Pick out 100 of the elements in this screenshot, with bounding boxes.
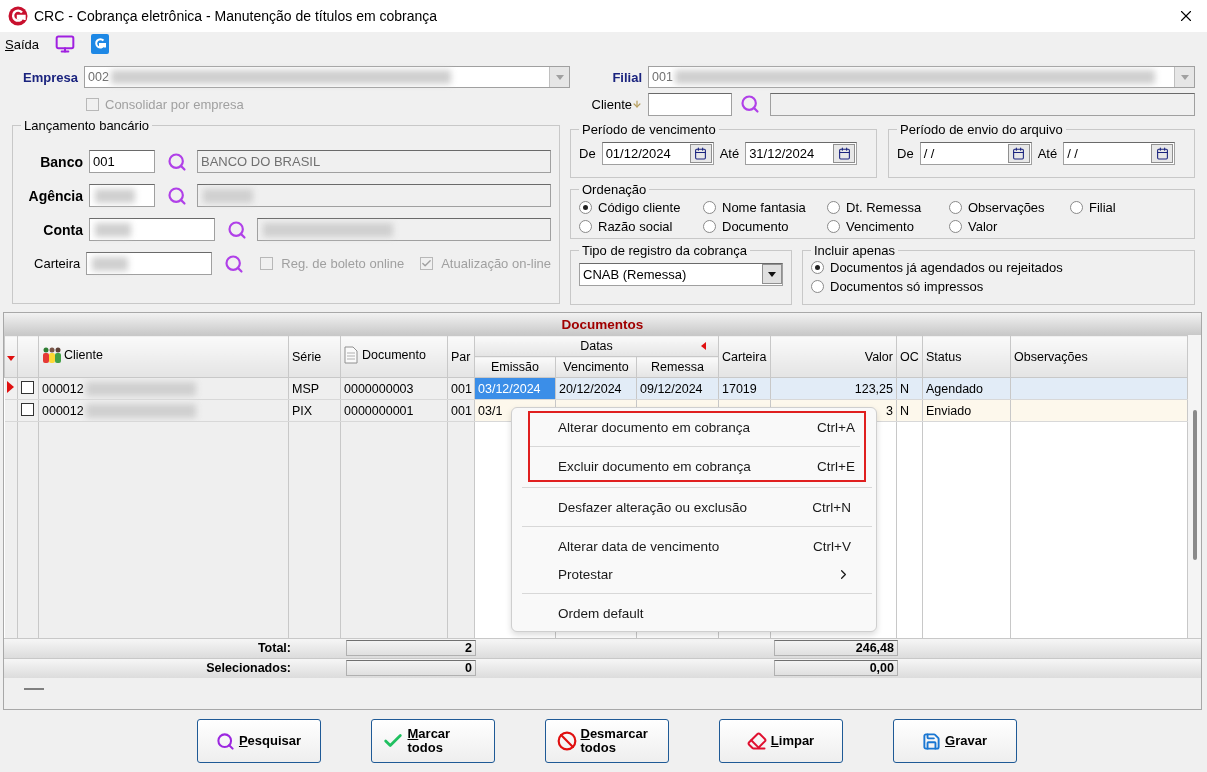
shortcut-label: Ctrl+V xyxy=(813,538,851,554)
branch-combo[interactable]: 001 xyxy=(648,66,1195,88)
total-count: 2 xyxy=(346,640,476,656)
radio-button[interactable] xyxy=(1070,201,1083,214)
menu-item[interactable]: Protestar xyxy=(512,560,876,588)
group-title: Período de envio do arquivo xyxy=(899,122,1064,137)
field-label: Carteira xyxy=(33,256,81,271)
column-header[interactable]: Série xyxy=(288,335,341,378)
column-header[interactable]: Carteira xyxy=(718,335,771,378)
field-label: Empresa xyxy=(22,69,78,85)
radio-button[interactable] xyxy=(703,220,716,233)
total-label: Selecionados: xyxy=(205,661,291,675)
column-header[interactable]: Status xyxy=(922,335,1011,378)
monitor-icon[interactable] xyxy=(55,34,75,54)
checkbox-label: Atualização on-line xyxy=(441,256,551,271)
field-label: Banco xyxy=(39,153,83,170)
sort-arrow-icon xyxy=(701,342,706,350)
radio-button[interactable] xyxy=(579,201,592,214)
date-field[interactable]: 31/12/2024 xyxy=(745,142,858,165)
search-icon[interactable] xyxy=(224,253,245,274)
field-label: Agência xyxy=(27,187,83,204)
radio-label: Valor xyxy=(968,219,998,234)
table-cell: 000012 xyxy=(42,403,84,418)
column-header[interactable]: Par xyxy=(447,335,475,378)
action-button[interactable]: Desmarcar todos xyxy=(544,719,669,763)
calendar-button[interactable] xyxy=(833,144,856,163)
radio-button[interactable] xyxy=(827,201,840,214)
menu-item[interactable]: Ordem default xyxy=(512,599,876,627)
eraser-icon xyxy=(746,731,767,751)
table-cell: N xyxy=(900,381,910,396)
group-title: Lançamento bancário xyxy=(23,118,151,133)
radio-label: Documento xyxy=(722,219,789,234)
calendar-icon xyxy=(837,147,851,160)
input-field[interactable] xyxy=(89,184,155,207)
field-label: Até xyxy=(719,146,740,161)
radio-label: Filial xyxy=(1089,200,1116,215)
people-icon xyxy=(42,346,62,364)
radio-label: Observações xyxy=(968,200,1045,215)
radio-label: Dt. Remessa xyxy=(846,200,922,215)
input-field[interactable] xyxy=(89,218,215,241)
field-label: De xyxy=(897,146,914,161)
checkbox[interactable] xyxy=(21,402,34,416)
date-field[interactable]: / / xyxy=(919,142,1032,165)
window-title: CRC - Cobrança eletrônica - Manutenção de títulos em cobrança xyxy=(34,8,439,24)
radio-button[interactable] xyxy=(949,220,962,233)
table-cell: 17019 xyxy=(722,381,757,396)
search-icon[interactable] xyxy=(167,151,187,172)
radio-button[interactable] xyxy=(811,261,824,274)
logo-icon xyxy=(8,6,28,26)
menu-item[interactable]: Excluir documento em cobrança Ctrl+E xyxy=(530,452,864,480)
radio-button[interactable] xyxy=(827,220,840,233)
calendar-button[interactable] xyxy=(1151,144,1174,163)
date-field[interactable]: / / xyxy=(1063,142,1176,165)
search-icon[interactable] xyxy=(167,185,187,206)
company-combo[interactable]: 002 xyxy=(84,66,570,88)
radio-button[interactable] xyxy=(579,220,592,233)
scrollbar[interactable] xyxy=(1188,335,1201,638)
column-header[interactable]: Valor xyxy=(770,335,897,378)
search-icon[interactable] xyxy=(227,219,247,240)
table-cell: Enviado xyxy=(926,403,972,418)
app-icon[interactable] xyxy=(91,34,109,54)
field-label: Até xyxy=(1037,146,1058,161)
action-button[interactable]: Pesquisar xyxy=(196,719,321,763)
radio-button[interactable] xyxy=(811,280,824,293)
radio-label: Código cliente xyxy=(598,200,681,215)
input-field[interactable] xyxy=(86,252,213,275)
radio-button[interactable] xyxy=(949,201,962,214)
column-header[interactable]: OC xyxy=(896,335,923,378)
table-cell: 0000000001 xyxy=(344,403,414,418)
column-header[interactable]: Cliente xyxy=(38,335,289,378)
group-title: Período de vencimento xyxy=(581,122,717,137)
menu-item[interactable]: Alterar data de vencimento Ctrl+V xyxy=(512,532,876,560)
column-group-header[interactable]: Datas xyxy=(474,335,719,357)
dropdown-button[interactable] xyxy=(762,264,782,284)
table-cell: 03/12/2024 xyxy=(478,381,541,396)
column-header[interactable]: Observações xyxy=(1010,335,1188,378)
search-icon[interactable] xyxy=(740,94,760,114)
menu-item[interactable]: Saída xyxy=(5,36,39,52)
calendar-button[interactable] xyxy=(689,144,712,163)
action-button[interactable]: Gravar xyxy=(892,719,1017,763)
menu-item[interactable]: Desfazer alteração ou exclusão Ctrl+N xyxy=(512,493,876,521)
field-label: Cliente xyxy=(590,96,632,112)
radio-label: Nome fantasia xyxy=(722,200,806,215)
select-field[interactable]: CNAB (Remessa) xyxy=(579,262,783,286)
arrow-down-icon xyxy=(632,99,642,109)
radio-button[interactable] xyxy=(703,201,716,214)
calendar-button[interactable] xyxy=(1007,144,1030,163)
total-count: 0 xyxy=(346,660,476,676)
date-field[interactable]: 01/12/2024 xyxy=(601,142,714,165)
input-field[interactable]: 001 xyxy=(89,150,155,173)
input-field[interactable] xyxy=(648,92,732,116)
radio-label: Vencimento xyxy=(846,219,914,234)
header-label: Documento xyxy=(362,348,426,362)
action-button[interactable]: Marcar todos xyxy=(370,719,495,763)
action-button[interactable]: Limpar xyxy=(718,719,843,763)
menu-item[interactable]: Alterar documento em cobrança Ctrl+A xyxy=(530,413,864,441)
checkbox[interactable] xyxy=(21,380,34,394)
calendar-icon xyxy=(694,147,708,160)
calendar-icon xyxy=(1012,147,1026,160)
column-header[interactable]: Documento xyxy=(340,335,448,378)
